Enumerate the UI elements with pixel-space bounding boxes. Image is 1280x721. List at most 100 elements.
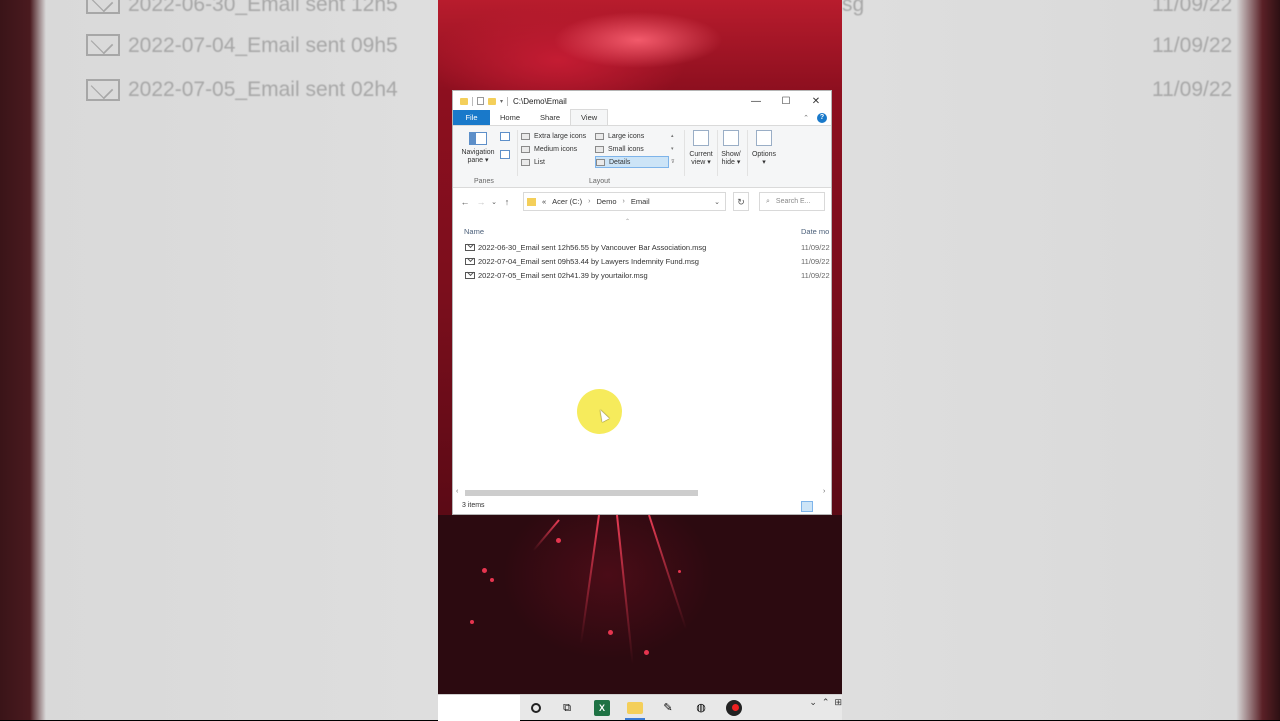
sort-arrow-icon: ⌃ xyxy=(625,219,631,225)
layout-medium-icons[interactable]: Medium icons xyxy=(521,143,577,155)
layout-details[interactable]: Details xyxy=(595,156,669,168)
ghost-envelope-icon xyxy=(86,0,120,14)
ribbon-right-controls: ⌃ ? xyxy=(803,113,827,123)
current-view-button[interactable]: Current view ▾ xyxy=(686,130,716,167)
minimize-button[interactable]: — xyxy=(741,96,771,107)
layout-gallery: Extra large icons Large icons Medium ico… xyxy=(521,130,678,168)
layout-item-label: Small icons xyxy=(608,145,644,153)
maximize-button[interactable]: ☐ xyxy=(771,96,801,107)
separator xyxy=(507,96,509,106)
forward-button[interactable]: → xyxy=(473,197,489,207)
status-bar: 3 items xyxy=(453,499,831,514)
navigation-pane-button[interactable]: Navigation pane ▾ xyxy=(459,130,497,165)
paint-drop xyxy=(482,568,487,573)
layout-gallery-scroll[interactable]: ▴ ▾ ⊽ xyxy=(671,130,675,169)
paint-drop xyxy=(644,650,649,655)
chevron-right-icon[interactable]: › xyxy=(623,198,625,205)
customize-toolbar-icon[interactable]: ▾ xyxy=(500,98,503,105)
layout-item-label: Extra large icons xyxy=(534,132,587,140)
details-pane-icon[interactable] xyxy=(500,150,510,159)
tab-home[interactable]: Home xyxy=(490,110,530,125)
file-explorer-taskbar-icon[interactable] xyxy=(625,702,645,720)
excel-icon[interactable]: X xyxy=(594,700,610,716)
recent-locations-button[interactable]: ⌄ xyxy=(489,198,499,206)
properties-icon[interactable] xyxy=(477,97,484,105)
network-icon[interactable]: ⊞ xyxy=(834,697,842,708)
file-row[interactable]: 2022-07-05_Email sent 02h41.39 by yourta… xyxy=(453,269,831,283)
chevron-down-icon[interactable]: ⌄ xyxy=(714,198,720,206)
back-button[interactable]: ← xyxy=(457,197,473,207)
file-date: 11/09/22 xyxy=(801,271,830,280)
breadcrumb-email[interactable]: Email xyxy=(631,197,650,206)
address-bar[interactable]: « Acer (C:) › Demo › Email ⌄ xyxy=(523,192,726,211)
layout-item-label: Medium icons xyxy=(534,145,578,153)
ghost-envelope-icon xyxy=(86,79,120,101)
tab-view[interactable]: View xyxy=(570,109,609,125)
paint-drop xyxy=(470,620,474,624)
scroll-right-icon[interactable]: › xyxy=(823,488,825,495)
file-name[interactable]: 2022-06-30_Email sent 12h56.55 by Vancou… xyxy=(478,243,706,252)
layout-small-icons[interactable]: Small icons xyxy=(595,143,644,155)
file-list: 2022-06-30_Email sent 12h56.55 by Vancou… xyxy=(453,241,831,283)
list-icon xyxy=(521,158,530,166)
details-view-toggle[interactable] xyxy=(801,501,813,512)
cortana-icon[interactable] xyxy=(531,703,541,713)
file-row[interactable]: 2022-07-04_Email sent 09h53.44 by Lawyer… xyxy=(453,255,831,269)
tray-overflow-icon[interactable]: ⌄ xyxy=(809,697,817,708)
blurred-background-left: 2022-06-30_Email sent 12h5 2022-07-04_Em… xyxy=(0,0,438,720)
ghost-envelope-icon xyxy=(86,34,120,56)
paint-icon[interactable]: ◍ xyxy=(693,700,709,716)
column-header-name[interactable]: Name xyxy=(464,227,484,236)
layout-list[interactable]: List xyxy=(521,156,545,168)
task-view-icon[interactable]: ⧉ xyxy=(559,700,575,716)
separator xyxy=(472,96,473,106)
close-button[interactable]: ✕ xyxy=(801,96,831,107)
search-placeholder: Search E... xyxy=(775,198,811,205)
panes-group-label: Panes xyxy=(474,178,494,185)
breadcrumb-acer-c[interactable]: Acer (C:) xyxy=(552,197,582,206)
options-button[interactable]: Options ▾ xyxy=(749,130,779,167)
folder-icon xyxy=(527,197,536,206)
tray-expand-icon[interactable]: ⌃ xyxy=(822,697,830,708)
column-headers: ⌃ Name Date mo xyxy=(453,219,831,240)
help-icon[interactable]: ? xyxy=(817,113,827,123)
taskbar-search-box[interactable] xyxy=(438,695,520,721)
large-icons-view-toggle[interactable] xyxy=(815,501,827,512)
ghost-file-date: 11/09/22 xyxy=(1152,0,1233,16)
ribbon-view: Navigation pane ▾ Panes Extra large icon… xyxy=(453,126,831,188)
file-row[interactable]: 2022-06-30_Email sent 12h56.55 by Vancou… xyxy=(453,241,831,255)
ghost-file-date: 11/09/22 xyxy=(1152,34,1233,57)
recorder-icon[interactable] xyxy=(726,700,742,716)
tab-share[interactable]: Share xyxy=(530,110,570,125)
search-input[interactable]: ⌕ Search E... xyxy=(759,192,825,211)
scrollbar-thumb[interactable] xyxy=(465,490,698,496)
title-bar: ▾ C:\Demo\Email — ☐ ✕ xyxy=(453,91,831,111)
layout-extra-large-icons[interactable]: Extra large icons xyxy=(521,130,586,142)
preview-pane-icon[interactable] xyxy=(500,132,510,141)
medium-icons-icon xyxy=(521,145,530,153)
file-name[interactable]: 2022-07-05_Email sent 02h41.39 by yourta… xyxy=(478,271,648,280)
navigation-pane-icon xyxy=(469,132,487,145)
layout-item-label: List xyxy=(534,158,545,166)
breadcrumb-overflow[interactable]: « xyxy=(542,197,546,206)
file-name[interactable]: 2022-07-04_Email sent 09h53.44 by Lawyer… xyxy=(478,257,699,266)
breadcrumb-demo[interactable]: Demo xyxy=(597,197,617,206)
scroll-left-icon[interactable]: ‹ xyxy=(456,488,458,495)
refresh-button[interactable]: ↻ xyxy=(733,192,749,211)
file-explorer-window: ▾ C:\Demo\Email — ☐ ✕ File Home Share Vi… xyxy=(452,90,832,515)
chevron-right-icon[interactable]: › xyxy=(588,198,590,205)
horizontal-scrollbar[interactable]: ‹ › xyxy=(453,488,831,498)
show-hide-button[interactable]: Show/ hide ▾ xyxy=(717,130,745,167)
snipping-tool-icon[interactable]: ✎ xyxy=(660,700,676,716)
ribbon-tabs: File Home Share View ⌃ ? xyxy=(453,109,831,126)
column-header-date-modified[interactable]: Date mo xyxy=(801,227,829,236)
mail-icon xyxy=(465,258,475,265)
ghost-file-name: 2022-06-30_Email sent 12h5 xyxy=(128,0,398,16)
expand-ribbon-icon[interactable]: ⌃ xyxy=(803,114,809,122)
up-button[interactable]: ↑ xyxy=(499,197,515,207)
layout-large-icons[interactable]: Large icons xyxy=(595,130,644,142)
new-folder-icon[interactable] xyxy=(488,97,496,105)
file-date: 11/09/22 xyxy=(801,243,830,252)
quick-access-toolbar: ▾ xyxy=(453,96,509,106)
tab-file[interactable]: File xyxy=(453,110,490,125)
